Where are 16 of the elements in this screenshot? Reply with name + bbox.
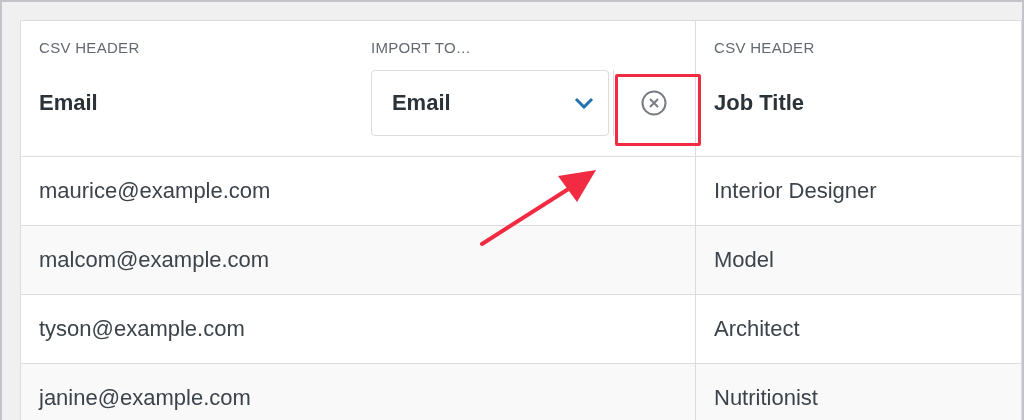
table-cell: malcom@example.com bbox=[21, 226, 696, 295]
table-cell: Interior Designer bbox=[696, 157, 1022, 226]
table-cell: tyson@example.com bbox=[21, 295, 696, 364]
import-select[interactable]: Email bbox=[370, 70, 609, 136]
column-header: Job Title bbox=[714, 90, 806, 116]
column-header: Email bbox=[39, 90, 99, 116]
chevron-down-icon bbox=[573, 97, 594, 109]
table-cell: Architect bbox=[696, 295, 1022, 364]
table-cell: Model bbox=[696, 226, 1022, 295]
table-cell: maurice@example.com bbox=[21, 157, 696, 226]
column-label: CSV HEADER bbox=[39, 39, 141, 56]
column-label: CSV HEADER bbox=[714, 39, 816, 56]
table-cell: janine@example.com bbox=[21, 364, 696, 420]
column-label: IMPORT TO… bbox=[370, 39, 473, 56]
table-cell: Nutritionist bbox=[696, 364, 1022, 420]
close-icon bbox=[640, 90, 667, 116]
